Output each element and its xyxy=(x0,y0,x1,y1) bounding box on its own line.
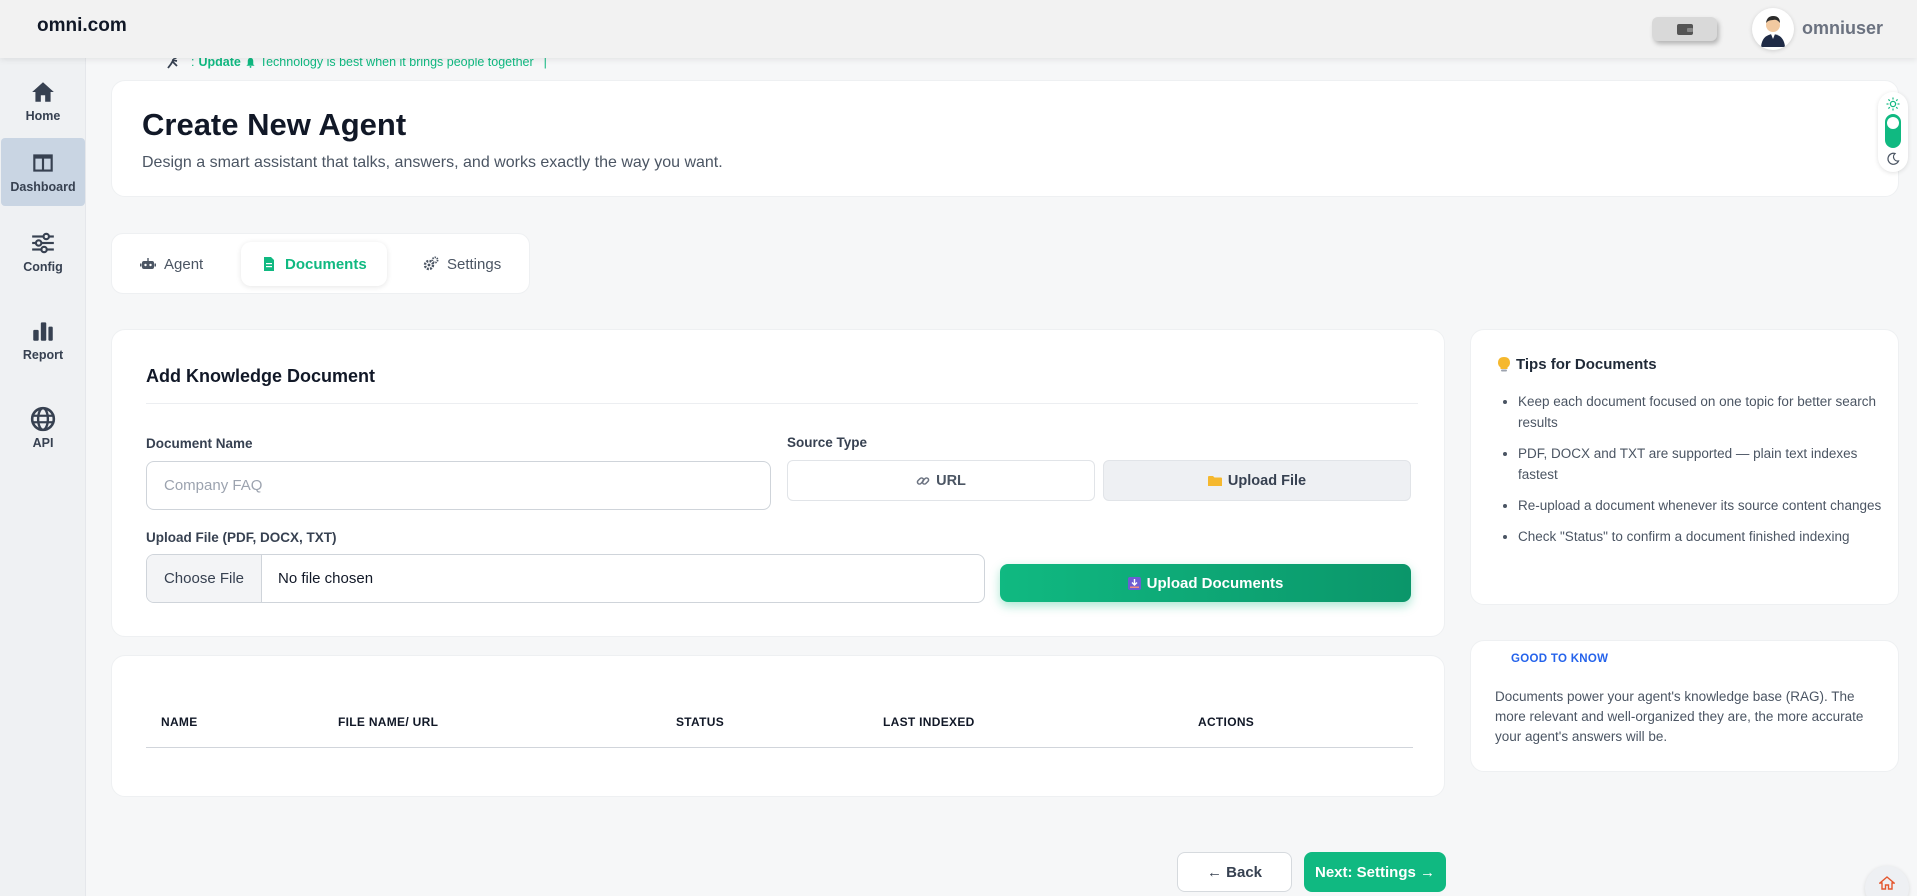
tab-agent[interactable]: Agent xyxy=(120,242,223,286)
bell-icon xyxy=(246,57,255,68)
bar-chart-icon xyxy=(33,322,53,341)
tips-list: Keep each document focused on one topic … xyxy=(1518,391,1888,557)
upload-file-label: Upload File (PDF, DOCX, TXT) xyxy=(146,530,337,545)
source-type-label: Source Type xyxy=(787,435,868,450)
sidebar-item-config[interactable]: Config xyxy=(1,218,85,286)
sidebar: Home Dashboard Config Report API xyxy=(0,58,86,896)
sidebar-item-label: Report xyxy=(22,348,64,362)
home-icon xyxy=(1879,876,1895,890)
home-fab-button[interactable] xyxy=(1865,866,1909,896)
upload-documents-button[interactable]: Upload Documents xyxy=(1000,564,1411,602)
tip-item: PDF, DOCX and TXT are supported — plain … xyxy=(1518,443,1888,485)
source-upload-label: Upload File xyxy=(1227,472,1307,489)
wallet-button[interactable] xyxy=(1652,17,1717,41)
divider xyxy=(146,403,1418,404)
page-title: Create New Agent xyxy=(142,107,407,142)
gears-icon xyxy=(423,256,439,271)
link-icon xyxy=(916,476,930,485)
file-status: No file chosen xyxy=(278,570,374,587)
theme-toggle-track[interactable] xyxy=(1885,114,1901,148)
step-tabs: Agent Documents Settings xyxy=(111,233,530,294)
tip-item: Check "Status" to confirm a document fin… xyxy=(1518,526,1888,547)
good-to-know-text: Documents power your agent's knowledge b… xyxy=(1495,689,1864,744)
username[interactable]: omniuser xyxy=(1802,18,1883,39)
tab-label: Documents xyxy=(285,255,367,273)
tab-documents[interactable]: Documents xyxy=(241,242,387,286)
sidebar-item-api[interactable]: API xyxy=(1,394,85,462)
document-name-label: Document Name xyxy=(146,436,253,451)
theme-toggle-knob[interactable] xyxy=(1887,117,1899,129)
folder-icon xyxy=(1207,475,1222,486)
tips-title: Tips for Documents xyxy=(1498,356,1657,373)
table-header-divider xyxy=(146,747,1413,748)
tab-label: Agent xyxy=(164,255,204,273)
tab-settings[interactable]: Settings xyxy=(403,242,521,286)
document-icon xyxy=(264,257,274,271)
source-url-label: URL xyxy=(936,472,966,489)
column-header-name: NAME xyxy=(161,715,198,729)
source-url-button[interactable]: URL xyxy=(787,460,1095,501)
sliders-icon xyxy=(32,232,54,254)
tab-label: Settings xyxy=(447,255,502,273)
column-header-actions: ACTIONS xyxy=(1198,715,1255,729)
top-bar: omni.com omniuser xyxy=(0,0,1917,58)
page-header: Create New Agent Design a smart assistan… xyxy=(111,80,1899,197)
column-header-file: FILE NAME/ URL xyxy=(338,715,439,729)
tip-item: Keep each document focused on one topic … xyxy=(1518,391,1888,433)
file-input[interactable]: Choose File No file chosen xyxy=(146,554,985,603)
lightbulb-icon xyxy=(1498,357,1510,372)
add-document-card: Add Knowledge Document Document Name Sou… xyxy=(111,329,1445,637)
good-to-know-card: GOOD TO KNOW Documents power your agent'… xyxy=(1470,640,1899,772)
tip-item: Re-upload a document whenever its source… xyxy=(1518,495,1888,516)
sidebar-item-label: Config xyxy=(23,260,63,274)
documents-table: NAME FILE NAME/ URL STATUS LAST INDEXED … xyxy=(111,655,1445,797)
sun-icon xyxy=(1886,97,1900,111)
column-header-last-indexed: LAST INDEXED xyxy=(883,715,975,729)
home-icon xyxy=(32,82,54,102)
avatar-icon xyxy=(1761,16,1785,47)
sidebar-item-label: Home xyxy=(25,109,61,123)
card-title: Add Knowledge Document xyxy=(146,366,375,386)
page-subtitle: Design a smart assistant that talks, ans… xyxy=(142,154,723,171)
sidebar-item-report[interactable]: Report xyxy=(1,306,85,374)
moon-icon xyxy=(1887,152,1900,165)
sidebar-item-label: API xyxy=(32,436,54,450)
source-upload-button[interactable]: Upload File xyxy=(1103,460,1411,501)
dashboard-icon xyxy=(33,154,53,172)
tips-card: Tips for Documents Keep each document fo… xyxy=(1470,329,1899,605)
theme-toggle[interactable] xyxy=(1878,92,1908,172)
globe-icon xyxy=(30,406,56,432)
app-logo[interactable]: omni.com xyxy=(37,15,127,37)
good-to-know-badge: GOOD TO KNOW xyxy=(1511,653,1609,665)
robot-icon xyxy=(140,258,156,269)
sidebar-item-home[interactable]: Home xyxy=(1,67,85,135)
back-button[interactable]: ← Back xyxy=(1177,852,1292,892)
inbox-tray-icon xyxy=(1127,576,1141,590)
upload-documents-label: Upload Documents xyxy=(1146,574,1284,592)
sidebar-item-label: Dashboard xyxy=(10,180,76,194)
next-settings-button[interactable]: Next: Settings → xyxy=(1304,852,1446,892)
tips-title-text: Tips for Documents xyxy=(1516,356,1657,373)
choose-file-button[interactable]: Choose File xyxy=(147,555,262,602)
user-avatar[interactable] xyxy=(1752,8,1794,50)
sidebar-item-dashboard[interactable]: Dashboard xyxy=(1,138,85,206)
document-name-input[interactable] xyxy=(146,461,771,510)
column-header-status: STATUS xyxy=(676,715,725,729)
wallet-icon xyxy=(1676,24,1693,35)
